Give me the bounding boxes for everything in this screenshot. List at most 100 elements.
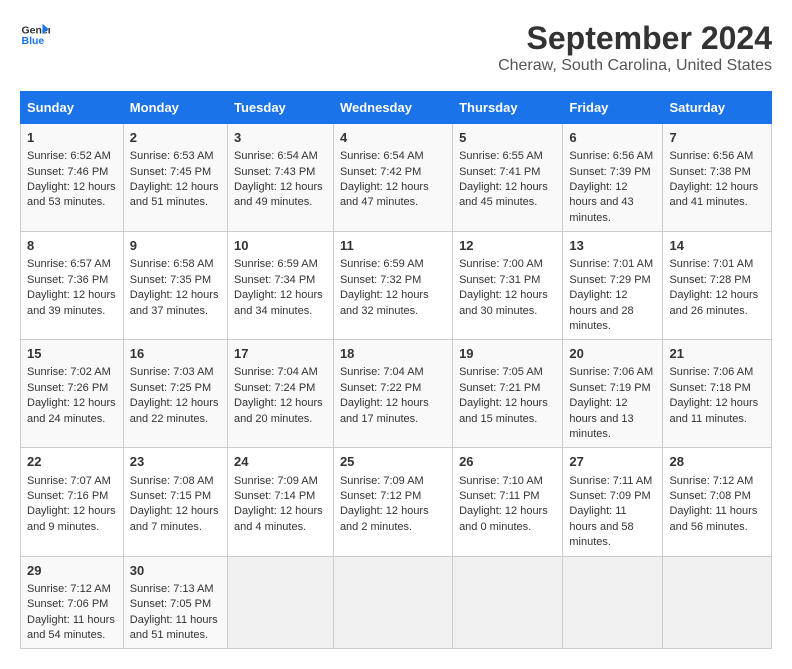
sunset: Sunset: 7:43 PM: [234, 166, 315, 178]
cell-3-7: 21Sunrise: 7:06 AMSunset: 7:18 PMDayligh…: [663, 340, 772, 448]
cell-5-3: [228, 556, 334, 649]
sunset: Sunset: 7:45 PM: [130, 166, 211, 178]
sunset: Sunset: 7:34 PM: [234, 274, 315, 286]
sunset: Sunset: 7:22 PM: [340, 382, 421, 394]
header-saturday: Saturday: [663, 92, 772, 124]
sunrise: Sunrise: 6:55 AM: [459, 150, 543, 162]
sunrise: Sunrise: 7:07 AM: [27, 475, 111, 487]
daylight: Daylight: 12 hours and 30 minutes.: [459, 289, 548, 316]
day-number: 14: [669, 237, 765, 255]
sunrise: Sunrise: 7:12 AM: [669, 475, 753, 487]
week-row-2: 8Sunrise: 6:57 AMSunset: 7:36 PMDaylight…: [21, 232, 772, 340]
daylight: Daylight: 12 hours and 53 minutes.: [27, 181, 116, 208]
sunrise: Sunrise: 7:05 AM: [459, 366, 543, 378]
sunrise: Sunrise: 6:58 AM: [130, 258, 214, 270]
daylight: Daylight: 12 hours and 28 minutes.: [569, 289, 633, 332]
day-number: 30: [130, 562, 221, 580]
day-number: 7: [669, 129, 765, 147]
sunset: Sunset: 7:06 PM: [27, 598, 108, 610]
header-friday: Friday: [563, 92, 663, 124]
sunrise: Sunrise: 6:52 AM: [27, 150, 111, 162]
daylight: Daylight: 12 hours and 43 minutes.: [569, 181, 633, 224]
day-number: 25: [340, 453, 446, 471]
sunset: Sunset: 7:19 PM: [569, 382, 650, 394]
sunset: Sunset: 7:16 PM: [27, 490, 108, 502]
sunrise: Sunrise: 7:13 AM: [130, 583, 214, 595]
daylight: Daylight: 12 hours and 34 minutes.: [234, 289, 323, 316]
main-title: September 2024: [498, 20, 772, 57]
day-number: 13: [569, 237, 656, 255]
sunrise: Sunrise: 6:56 AM: [569, 150, 653, 162]
cell-2-4: 11Sunrise: 6:59 AMSunset: 7:32 PMDayligh…: [333, 232, 452, 340]
cell-5-1: 29Sunrise: 7:12 AMSunset: 7:06 PMDayligh…: [21, 556, 124, 649]
sunrise: Sunrise: 7:01 AM: [669, 258, 753, 270]
daylight: Daylight: 11 hours and 54 minutes.: [27, 614, 115, 641]
cell-2-7: 14Sunrise: 7:01 AMSunset: 7:28 PMDayligh…: [663, 232, 772, 340]
sunset: Sunset: 7:08 PM: [669, 490, 750, 502]
sunrise: Sunrise: 7:08 AM: [130, 475, 214, 487]
day-number: 4: [340, 129, 446, 147]
sunset: Sunset: 7:09 PM: [569, 490, 650, 502]
sunrise: Sunrise: 6:54 AM: [234, 150, 318, 162]
cell-1-1: 1 Sunrise: 6:52 AM Sunset: 7:46 PM Daylight…: [21, 124, 124, 232]
daylight: Daylight: 12 hours and 24 minutes.: [27, 397, 116, 424]
sunrise: Sunrise: 6:53 AM: [130, 150, 214, 162]
cell-1-5: 5Sunrise: 6:55 AMSunset: 7:41 PMDaylight…: [453, 124, 563, 232]
day-number: 19: [459, 345, 556, 363]
daylight: Daylight: 12 hours and 37 minutes.: [130, 289, 219, 316]
daylight: Daylight: 12 hours and 41 minutes.: [669, 181, 758, 208]
cell-1-4: 4Sunrise: 6:54 AMSunset: 7:42 PMDaylight…: [333, 124, 452, 232]
sunset: Sunset: 7:46 PM: [27, 166, 108, 178]
day-number: 24: [234, 453, 327, 471]
day-number: 10: [234, 237, 327, 255]
cell-1-3: 3 Sunrise: 6:54 AM Sunset: 7:43 PM Daylight…: [228, 124, 334, 232]
day-number: 22: [27, 453, 117, 471]
day-number: 17: [234, 345, 327, 363]
sunset: Sunset: 7:32 PM: [340, 274, 421, 286]
daylight: Daylight: 12 hours and 39 minutes.: [27, 289, 116, 316]
sunset: Sunset: 7:18 PM: [669, 382, 750, 394]
week-row-4: 22 Sunrise: 7:07 AM Sunset: 7:16 PM Dayligh…: [21, 448, 772, 556]
header-sunday: Sunday: [21, 92, 124, 124]
daylight: Daylight: 12 hours and 26 minutes.: [669, 289, 758, 316]
day-number: 2: [130, 129, 221, 147]
daylight: Daylight: 12 hours and 17 minutes.: [340, 397, 429, 424]
sunset: Sunset: 7:25 PM: [130, 382, 211, 394]
sunset: Sunset: 7:39 PM: [569, 166, 650, 178]
cell-2-2: 9 Sunrise: 6:58 AM Sunset: 7:35 PM Daylight…: [123, 232, 227, 340]
day-number: 1: [27, 129, 117, 147]
day-number: 8: [27, 237, 117, 255]
daylight: Daylight: 12 hours and 20 minutes.: [234, 397, 323, 424]
sunrise: Sunrise: 7:11 AM: [569, 475, 652, 487]
calendar-table: SundayMondayTuesdayWednesdayThursdayFrid…: [20, 91, 772, 649]
sunrise: Sunrise: 7:04 AM: [234, 366, 318, 378]
cell-2-5: 12Sunrise: 7:00 AMSunset: 7:31 PMDayligh…: [453, 232, 563, 340]
daylight: Daylight: 12 hours and 2 minutes.: [340, 505, 429, 532]
title-section: September 2024 Cheraw, South Carolina, U…: [498, 20, 772, 75]
cell-5-5: [453, 556, 563, 649]
week-row-5: 29Sunrise: 7:12 AMSunset: 7:06 PMDayligh…: [21, 556, 772, 649]
header-wednesday: Wednesday: [333, 92, 452, 124]
cell-3-5: 19Sunrise: 7:05 AMSunset: 7:21 PMDayligh…: [453, 340, 563, 448]
day-number: 3: [234, 129, 327, 147]
sunrise: Sunrise: 6:59 AM: [340, 258, 424, 270]
daylight: Daylight: 12 hours and 22 minutes.: [130, 397, 219, 424]
sunset: Sunset: 7:35 PM: [130, 274, 211, 286]
header-monday: Monday: [123, 92, 227, 124]
cell-3-2: 16Sunrise: 7:03 AMSunset: 7:25 PMDayligh…: [123, 340, 227, 448]
cell-4-7: 28 Sunrise: 7:12 AM Sunset: 7:08 PM Dayligh…: [663, 448, 772, 556]
day-number: 28: [669, 453, 765, 471]
day-number: 9: [130, 237, 221, 255]
daylight: Daylight: 12 hours and 45 minutes.: [459, 181, 548, 208]
sunrise: Sunrise: 7:09 AM: [234, 475, 318, 487]
sunrise: Sunrise: 7:01 AM: [569, 258, 653, 270]
daylight: Daylight: 12 hours and 49 minutes.: [234, 181, 323, 208]
sunset: Sunset: 7:05 PM: [130, 598, 211, 610]
daylight: Daylight: 12 hours and 0 minutes.: [459, 505, 548, 532]
sunrise: Sunrise: 7:06 AM: [569, 366, 653, 378]
cell-1-6: 6Sunrise: 6:56 AMSunset: 7:39 PMDaylight…: [563, 124, 663, 232]
daylight: Daylight: 11 hours and 56 minutes.: [669, 505, 757, 532]
svg-text:Blue: Blue: [22, 35, 45, 47]
sunrise: Sunrise: 7:12 AM: [27, 583, 111, 595]
sunrise: Sunrise: 7:04 AM: [340, 366, 424, 378]
